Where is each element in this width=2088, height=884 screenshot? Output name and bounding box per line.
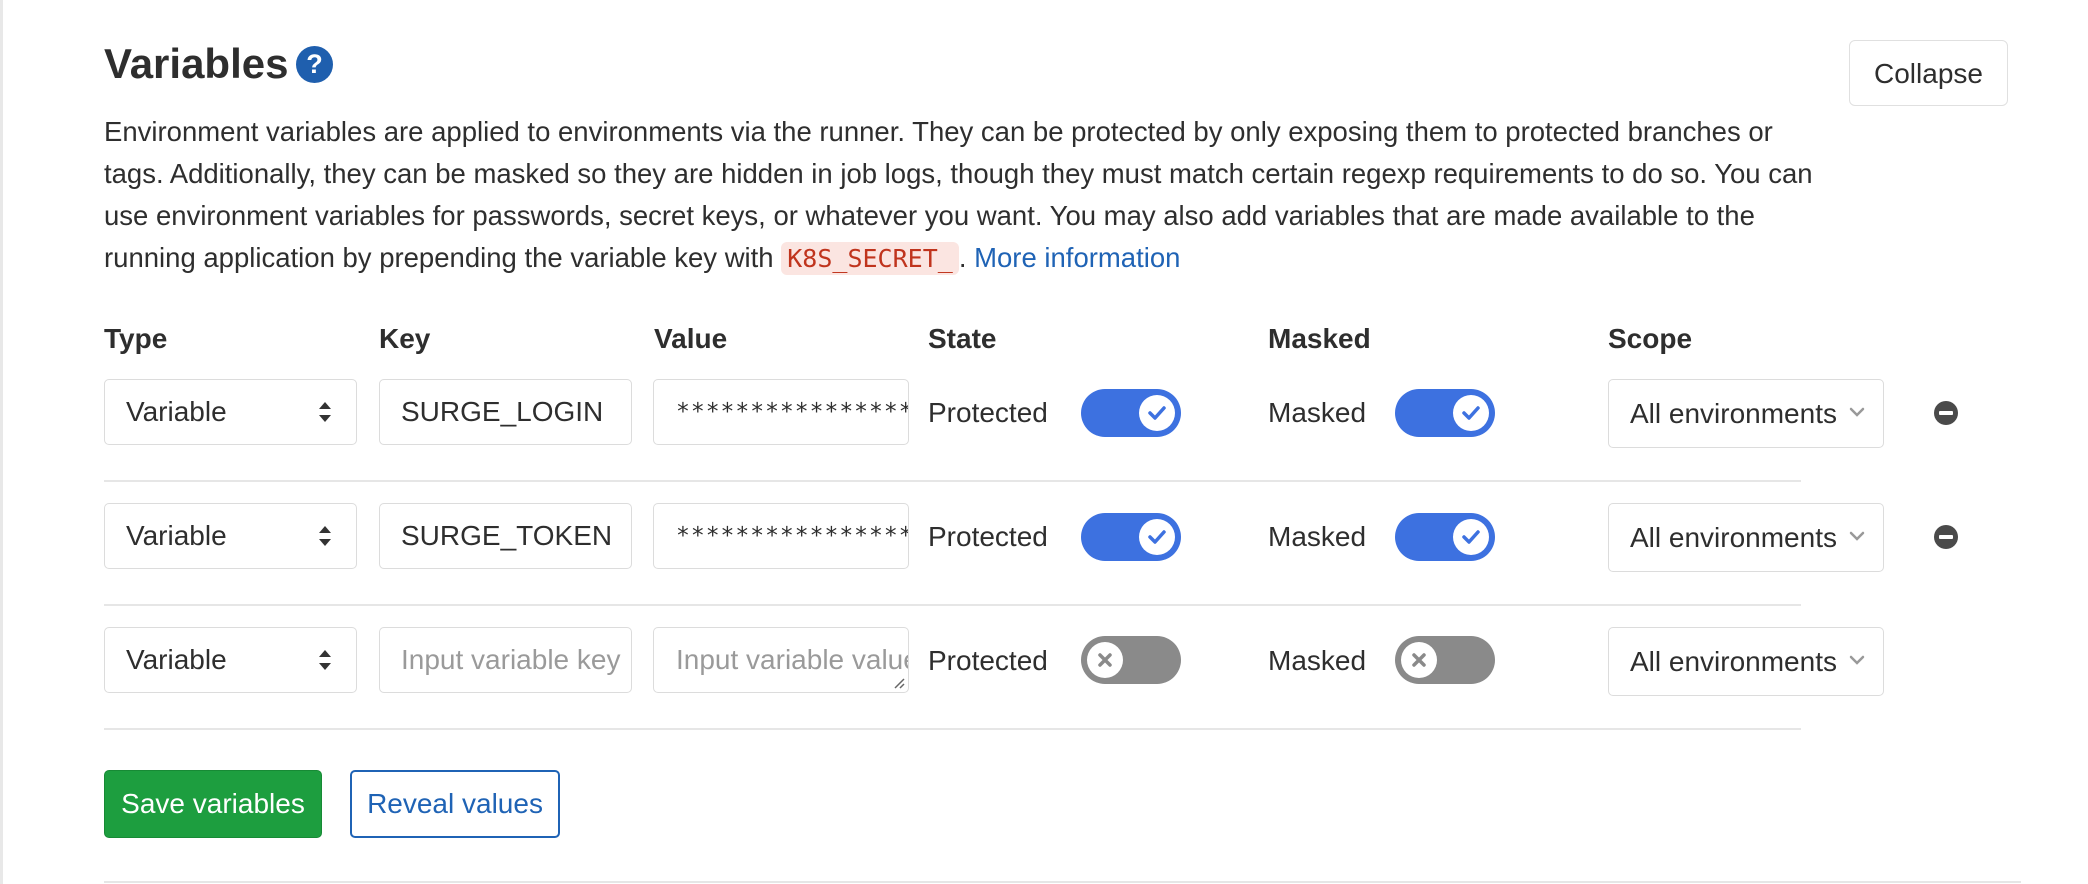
- sort-arrows-icon: [319, 526, 331, 546]
- chevron-down-icon: [1849, 531, 1865, 541]
- masked-toggle[interactable]: [1395, 389, 1495, 437]
- scope-select[interactable]: All environments: [1608, 503, 1884, 572]
- type-select[interactable]: Variable: [104, 379, 357, 445]
- collapse-button[interactable]: Collapse: [1849, 40, 2008, 106]
- sort-arrows-icon: [319, 650, 331, 670]
- key-input[interactable]: SURGE_LOGIN: [379, 379, 632, 445]
- value-textarea[interactable]: Input variable value: [653, 627, 909, 693]
- chevron-down-icon: [1849, 655, 1865, 665]
- header-state: State: [928, 323, 997, 354]
- remove-row-icon[interactable]: [1934, 401, 1958, 425]
- reveal-values-button[interactable]: Reveal values: [350, 770, 560, 838]
- check-icon: [1139, 519, 1175, 555]
- type-select[interactable]: Variable: [104, 503, 357, 569]
- remove-row-icon[interactable]: [1934, 525, 1958, 549]
- resize-handle-icon[interactable]: [891, 675, 905, 689]
- protected-toggle[interactable]: [1081, 513, 1181, 561]
- sort-arrows-icon: [319, 402, 331, 422]
- state-label: Protected: [928, 645, 1048, 676]
- state-label: Protected: [928, 397, 1048, 428]
- chevron-down-icon: [1849, 407, 1865, 417]
- scope-select[interactable]: All environments: [1608, 627, 1884, 696]
- scope-select[interactable]: All environments: [1608, 379, 1884, 448]
- value-input[interactable]: *****************: [653, 503, 909, 569]
- row-divider: [104, 728, 1801, 730]
- protected-toggle[interactable]: [1081, 636, 1181, 684]
- k8s-secret-code: K8S_SECRET_: [781, 242, 959, 275]
- header-masked: Masked: [1268, 323, 1371, 354]
- more-information-link[interactable]: More information: [974, 242, 1180, 273]
- protected-toggle[interactable]: [1081, 389, 1181, 437]
- masked-toggle[interactable]: [1395, 513, 1495, 561]
- row-divider: [104, 480, 1801, 482]
- section-description: Environment variables are applied to env…: [104, 111, 1824, 280]
- type-value: Variable: [126, 520, 227, 551]
- row-divider: [104, 604, 1801, 606]
- question-circle-icon[interactable]: ?: [296, 46, 333, 83]
- close-icon: [1401, 642, 1437, 678]
- masked-label: Masked: [1268, 521, 1367, 552]
- type-value: Variable: [126, 644, 227, 675]
- masked-label: Masked: [1268, 645, 1367, 676]
- header-type: Type: [104, 323, 168, 354]
- scope-value: All environments: [1630, 646, 1837, 677]
- type-value: Variable: [126, 396, 227, 427]
- key-placeholder: Input variable key: [401, 644, 621, 675]
- check-icon: [1453, 395, 1489, 431]
- save-variables-button[interactable]: Save variables: [104, 770, 322, 838]
- header-scope: Scope: [1608, 323, 1693, 354]
- value-placeholder: Input variable value: [676, 644, 909, 675]
- description-period: .: [958, 242, 967, 273]
- check-icon: [1139, 395, 1175, 431]
- key-input[interactable]: Input variable key: [379, 627, 632, 693]
- masked-label: Masked: [1268, 397, 1367, 428]
- header-key: Key: [379, 323, 431, 354]
- scope-value: All environments: [1630, 398, 1837, 429]
- state-label: Protected: [928, 521, 1048, 552]
- scope-value: All environments: [1630, 522, 1837, 553]
- section-title: Variables: [104, 40, 289, 87]
- check-icon: [1453, 519, 1489, 555]
- key-input[interactable]: SURGE_TOKEN: [379, 503, 632, 569]
- page-left-border: [0, 0, 3, 884]
- close-icon: [1087, 642, 1123, 678]
- masked-toggle[interactable]: [1395, 636, 1495, 684]
- header-value: Value: [654, 323, 728, 354]
- value-input[interactable]: *****************: [653, 379, 909, 445]
- section-bottom-divider: [104, 881, 2021, 883]
- type-select[interactable]: Variable: [104, 627, 357, 693]
